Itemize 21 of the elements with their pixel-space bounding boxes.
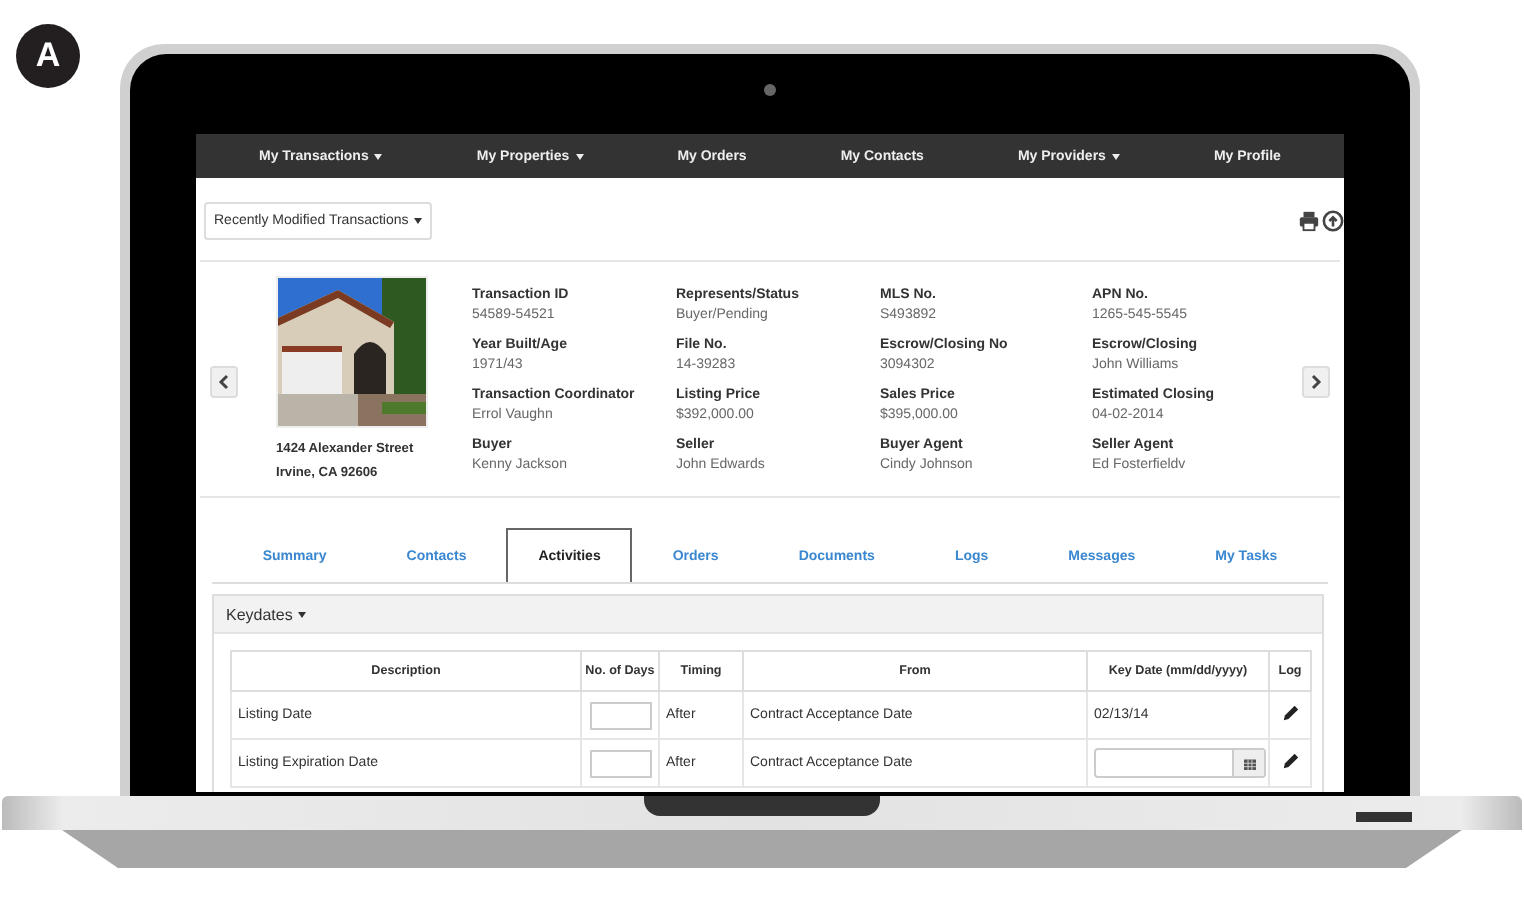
status-light	[1356, 812, 1412, 822]
caret-icon	[575, 153, 584, 159]
caret-icon	[1111, 153, 1120, 159]
days-field[interactable]	[589, 749, 651, 777]
keydates-dropdown[interactable]: Keydates	[226, 605, 307, 623]
caret-icon	[374, 153, 383, 159]
section-badge: A	[16, 24, 80, 88]
pencil-icon[interactable]	[1281, 704, 1299, 722]
chevron-right-icon	[1310, 373, 1322, 389]
chevron-left-icon	[218, 373, 230, 389]
next-button[interactable]	[1302, 365, 1330, 397]
date-field[interactable]	[1094, 748, 1266, 778]
days-field[interactable]	[589, 701, 651, 729]
caret-icon	[298, 611, 307, 617]
webcam-icon	[764, 84, 776, 96]
previous-button[interactable]	[210, 365, 238, 397]
print-icon[interactable]	[1298, 210, 1320, 232]
upload-icon[interactable]	[1322, 210, 1344, 232]
calendar-icon[interactable]	[1243, 757, 1255, 769]
pencil-icon[interactable]	[1281, 752, 1299, 770]
caret-icon	[414, 218, 423, 224]
